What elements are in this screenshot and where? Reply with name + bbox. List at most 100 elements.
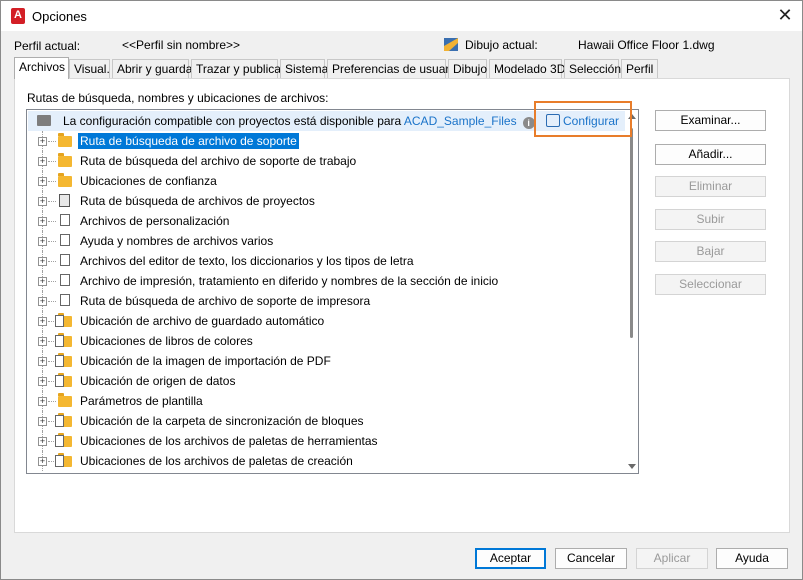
scroll-down-arrow-icon[interactable] xyxy=(628,464,636,469)
expand-icon[interactable]: + xyxy=(38,397,47,406)
tree-item-label: Ruta de búsqueda de archivo de soporte xyxy=(77,132,300,150)
tree-item[interactable]: + Ruta de búsqueda de archivo de soporte … xyxy=(28,291,625,311)
tree-item[interactable]: + Archivo de impresión, tratamiento en di… xyxy=(28,271,625,291)
tree-item[interactable]: + Ubicación de la imagen de importación d… xyxy=(28,351,625,371)
tab-sistema[interactable]: Sistema xyxy=(280,59,328,79)
expand-icon[interactable]: + xyxy=(38,177,47,186)
tab-perfil[interactable]: Perfil xyxy=(621,59,658,79)
folder-document-icon xyxy=(55,313,72,327)
expand-icon[interactable]: + xyxy=(38,217,47,226)
expand-icon[interactable]: + xyxy=(38,257,47,266)
expand-icon[interactable]: + xyxy=(38,357,47,366)
expand-icon[interactable]: + xyxy=(38,437,47,446)
window-title: Opciones xyxy=(32,9,87,24)
eliminar-button[interactable]: Eliminar xyxy=(655,176,766,197)
tree-item[interactable]: + Ruta de búsqueda de archivos de proyect… xyxy=(28,191,625,211)
current-drawing-label: Dibujo actual: xyxy=(465,38,538,52)
tree-item[interactable]: + Ubicaciones de los archivos de paletas … xyxy=(28,451,625,471)
expand-icon[interactable]: + xyxy=(38,337,47,346)
expand-icon[interactable]: + xyxy=(38,157,47,166)
expand-icon[interactable]: + xyxy=(38,457,47,466)
tree-item-label: Archivos de personalización xyxy=(80,214,230,228)
expand-icon[interactable]: + xyxy=(38,277,47,286)
options-dialog: A Opciones ✕ Perfil actual: <<Perfil sin… xyxy=(0,0,803,580)
bajar-button[interactable]: Bajar xyxy=(655,241,766,262)
documents-icon xyxy=(57,232,70,246)
aceptar-button[interactable]: Aceptar xyxy=(475,548,546,569)
documents-icon xyxy=(57,252,70,266)
tree-line xyxy=(48,221,56,222)
drawing-icon xyxy=(444,38,458,51)
subir-button[interactable]: Subir xyxy=(655,209,766,230)
close-button[interactable]: ✕ xyxy=(768,1,802,31)
tree-line xyxy=(48,241,56,242)
folder-document-icon xyxy=(55,453,72,467)
seleccionar-button[interactable]: Seleccionar xyxy=(655,274,766,295)
tree-line xyxy=(48,181,56,182)
folder-document-icon xyxy=(55,353,72,367)
tab-abrir-y-guardar[interactable]: Abrir y guardar xyxy=(112,59,196,79)
folder-icon xyxy=(58,173,72,187)
anadir-button[interactable]: Añadir... xyxy=(655,144,766,165)
expand-icon[interactable]: + xyxy=(38,297,47,306)
expand-icon[interactable]: + xyxy=(38,417,47,426)
section-label: Rutas de búsqueda, nombres y ubicaciones… xyxy=(27,91,329,105)
scroll-thumb[interactable] xyxy=(630,128,633,338)
current-profile-value: <<Perfil sin nombre>> xyxy=(122,38,241,52)
tree-line xyxy=(48,141,56,142)
expand-icon[interactable]: + xyxy=(38,317,47,326)
file-paths-tree[interactable]: La configuración compatible con proyecto… xyxy=(26,109,639,474)
expand-icon[interactable]: + xyxy=(38,237,47,246)
tree-item-label: Ruta de búsqueda de archivos de proyecto… xyxy=(80,194,315,208)
tree-item[interactable]: + Archivos del editor de texto, los dicci… xyxy=(28,251,625,271)
tab-modelado-3d[interactable]: Modelado 3D xyxy=(489,59,565,79)
tab-trazar-y-publicar[interactable]: Trazar y publicar xyxy=(191,59,285,79)
tab-seleccion[interactable]: Selección xyxy=(564,59,621,79)
expand-icon[interactable]: + xyxy=(38,197,47,206)
expand-icon[interactable]: + xyxy=(38,377,47,386)
tab-preferencias-de-usuario[interactable]: Preferencias de usuario xyxy=(327,59,459,79)
folder-document-icon xyxy=(55,333,72,347)
tree-line xyxy=(48,401,56,402)
aplicar-button[interactable]: Aplicar xyxy=(636,548,708,569)
tree-item-label: Ubicación de la imagen de importación de… xyxy=(80,354,331,368)
folder-document-icon xyxy=(55,413,72,427)
tree-item-label: Ubicaciones de libros de colores xyxy=(80,334,253,348)
documents-icon xyxy=(57,212,70,226)
folder-document-icon xyxy=(55,373,72,387)
tree-item[interactable]: + Ubicaciones de los archivos de paletas … xyxy=(28,431,625,451)
tab-archivos[interactable]: Archivos xyxy=(14,57,69,79)
tab-dibujo[interactable]: Dibujo xyxy=(448,59,487,79)
tree-item[interactable]: + Ubicación de la carpeta de sincronizaci… xyxy=(28,411,625,431)
examinar-button[interactable]: Examinar... xyxy=(655,110,766,131)
cancelar-button[interactable]: Cancelar xyxy=(555,548,627,569)
tree-item[interactable]: + Ruta de búsqueda del archivo de soporte… xyxy=(28,151,625,171)
tree-item-label: Archivos del editor de texto, los diccio… xyxy=(80,254,414,268)
documents-icon xyxy=(57,292,70,306)
tree-item-label: Ruta de búsqueda de archivo de soporte d… xyxy=(80,294,371,308)
project-link[interactable]: ACAD_Sample_Files xyxy=(404,114,517,128)
tree-item[interactable]: + Parámetros de plantilla xyxy=(28,391,625,411)
tree-line xyxy=(48,201,56,202)
tree-item[interactable]: + Ayuda y nombres de archivos varios xyxy=(28,231,625,251)
tree-item-label: Ubicación de archivo de guardado automát… xyxy=(80,314,325,328)
tree-item[interactable]: + Ubicación de origen de datos xyxy=(28,371,625,391)
tree-item[interactable]: + Ubicación de archivo de guardado automá… xyxy=(28,311,625,331)
tree-item-label: Parámetros de plantilla xyxy=(80,394,203,408)
vertical-scrollbar[interactable] xyxy=(626,110,638,473)
info-icon[interactable]: i xyxy=(522,117,535,129)
tree-item[interactable]: + Ubicaciones de libros de colores xyxy=(28,331,625,351)
tree-item[interactable]: + Ubicaciones de confianza xyxy=(28,171,625,191)
project-icon xyxy=(59,194,70,207)
banner-text: La configuración compatible con proyecto… xyxy=(63,114,402,128)
expand-icon[interactable]: + xyxy=(38,137,47,146)
tree-line xyxy=(48,301,56,302)
ayuda-button[interactable]: Ayuda xyxy=(716,548,788,569)
folder-icon xyxy=(37,115,51,126)
tab-visual[interactable]: Visual. xyxy=(69,59,110,79)
current-drawing-value: Hawaii Office Floor 1.dwg xyxy=(578,38,715,52)
documents-icon xyxy=(57,272,70,286)
folder-icon xyxy=(58,393,72,407)
highlight-box xyxy=(534,101,632,137)
tree-item[interactable]: + Archivos de personalización xyxy=(28,211,625,231)
